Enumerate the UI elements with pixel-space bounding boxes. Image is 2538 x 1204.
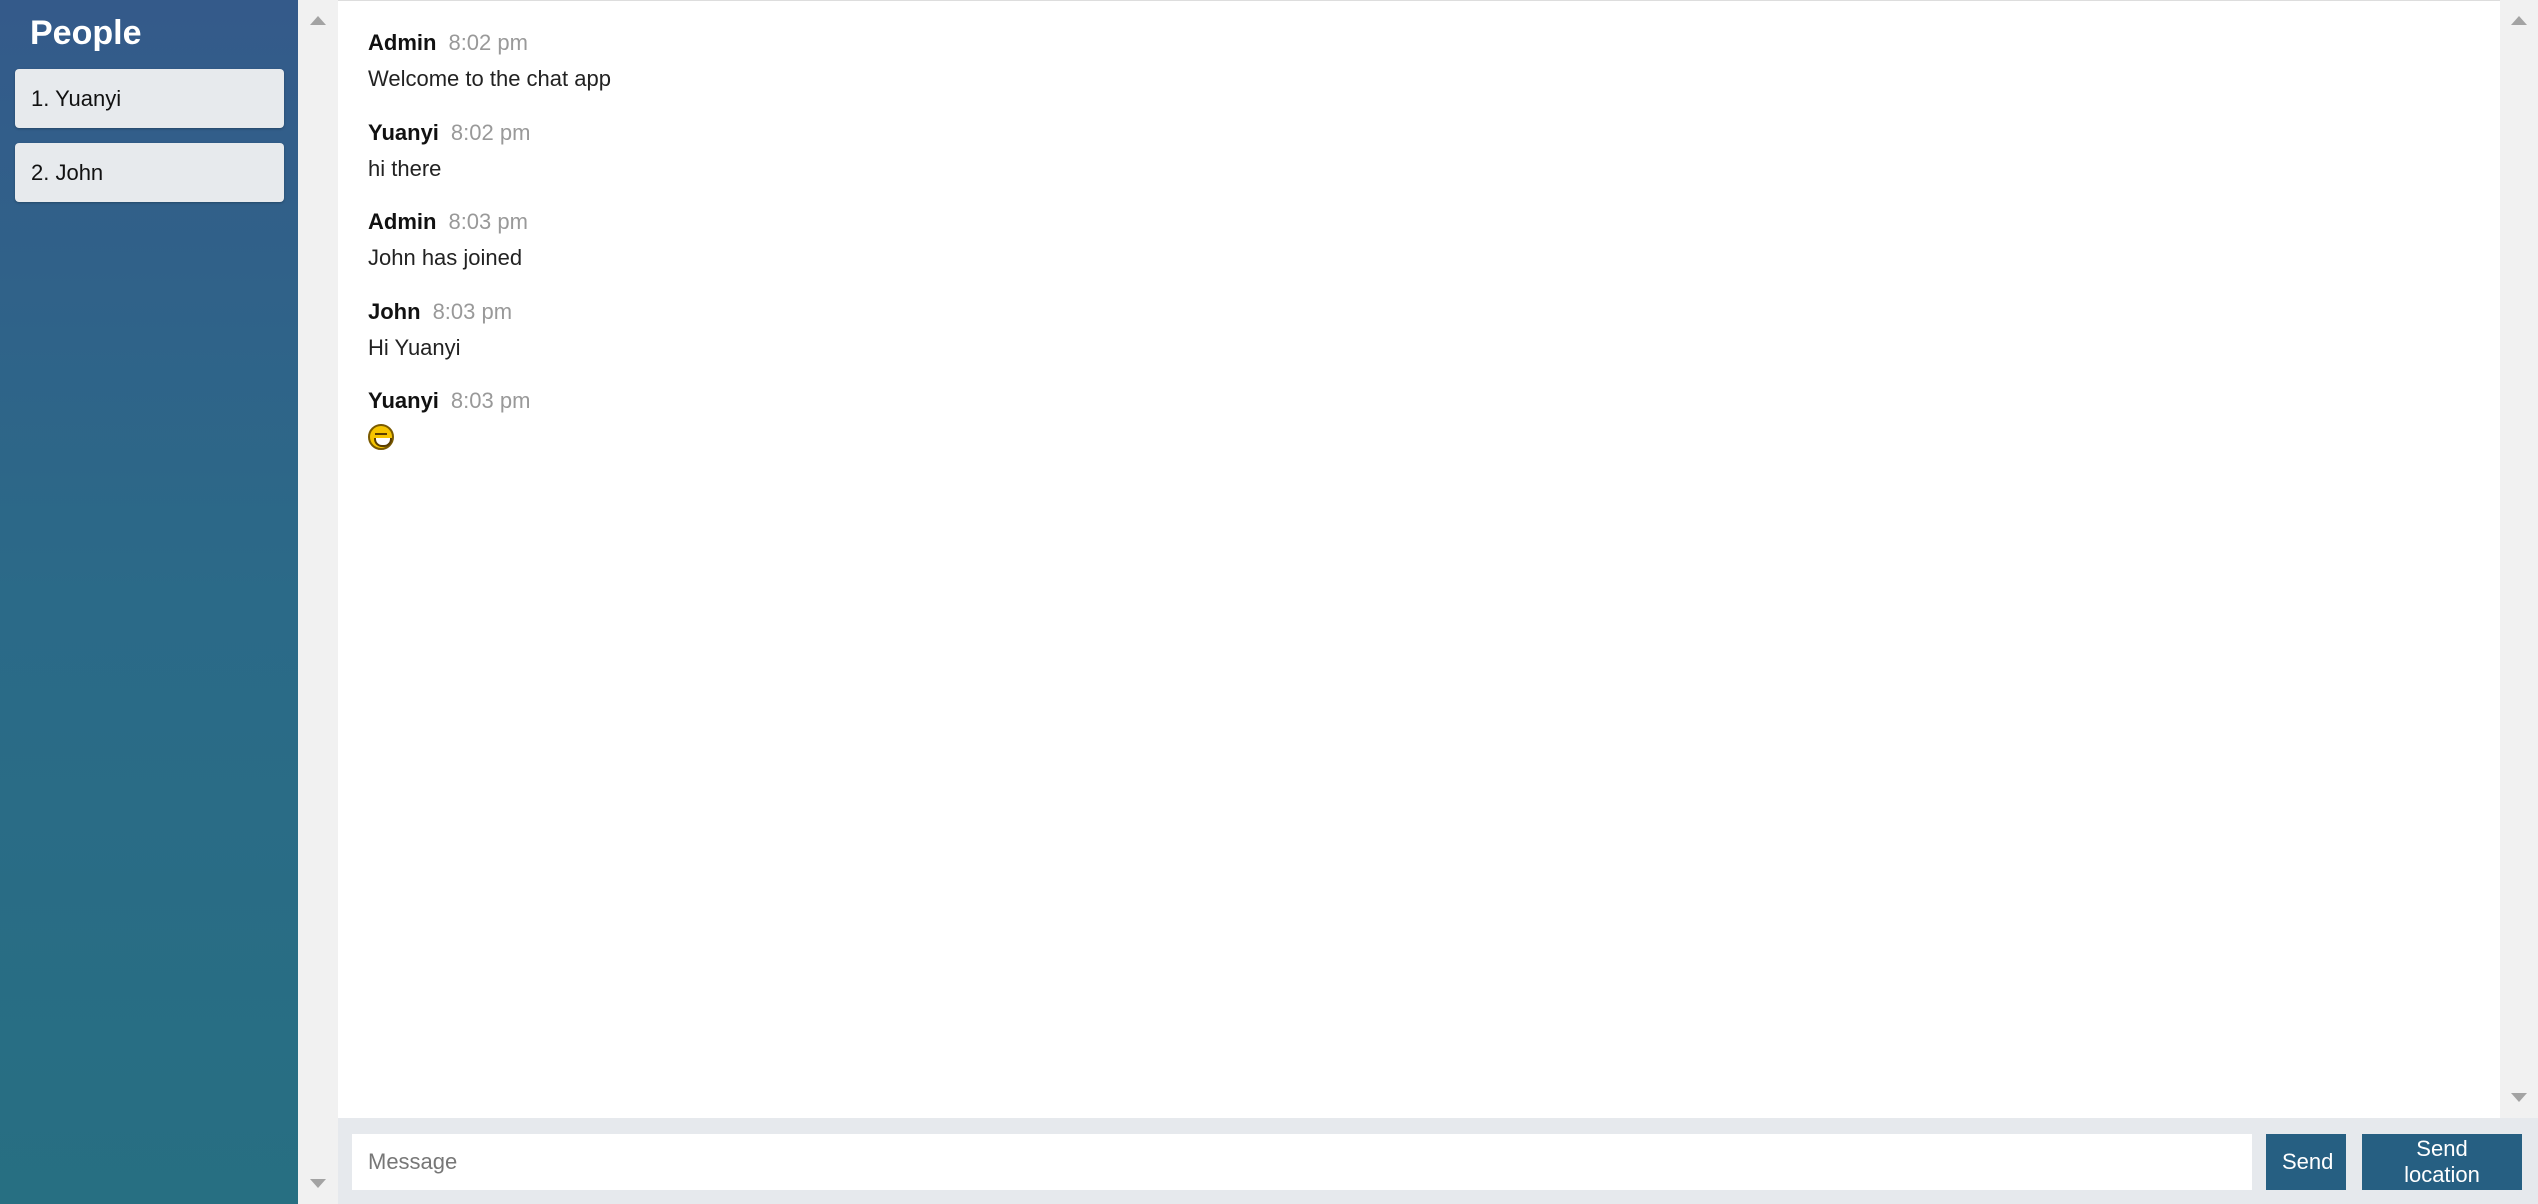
message-text: hi there: [368, 156, 442, 181]
message-text: John has joined: [368, 245, 523, 270]
message: Yuanyi 8:02 pm hi there: [368, 120, 530, 182]
send-button[interactable]: Send: [2266, 1134, 2346, 1190]
message: Admin 8:03 pm John has joined: [368, 209, 528, 271]
user-item[interactable]: 2. John: [15, 143, 284, 202]
send-location-button[interactable]: Send location: [2362, 1134, 2522, 1190]
message: John 8:03 pm Hi Yuanyi: [368, 299, 512, 361]
message-author: Admin: [368, 30, 437, 55]
message-time: 8:03 pm: [450, 388, 531, 413]
message: Admin 8:02 pm Welcome to the chat app: [368, 30, 611, 92]
sidebar-scrollbar[interactable]: [298, 0, 338, 1204]
sidebar-title: People: [30, 14, 142, 52]
message-author: Admin: [368, 209, 437, 234]
message-author: Yuanyi: [368, 388, 439, 413]
message: Yuanyi 8:03 pm: [368, 388, 530, 456]
message-text: Hi Yuanyi: [368, 335, 461, 360]
people-sidebar: People 1. Yuanyi 2. John: [0, 0, 298, 1204]
scroll-up-arrow-icon[interactable]: [2511, 16, 2527, 25]
message-text: Welcome to the chat app: [368, 66, 611, 91]
message-time: 8:03 pm: [432, 299, 513, 324]
message-input[interactable]: [352, 1134, 2252, 1190]
chat-main: Admin 8:02 pm Welcome to the chat app Yua…: [338, 0, 2538, 1204]
chat-app: People 1. Yuanyi 2. John Admin 8:02 pm We…: [0, 0, 2538, 1204]
message-author: John: [368, 299, 421, 324]
message-composer: Send Send location: [338, 1118, 2538, 1204]
scroll-down-arrow-icon[interactable]: [2511, 1093, 2527, 1102]
message-time: 8:03 pm: [448, 209, 528, 234]
message-time: 8:02 pm: [448, 30, 528, 55]
user-item[interactable]: 1. Yuanyi: [15, 69, 284, 128]
message-list: Admin 8:02 pm Welcome to the chat app Yua…: [338, 0, 2500, 1118]
message-text: [368, 424, 530, 456]
user-list: 1. Yuanyi 2. John: [15, 69, 284, 217]
message-author: Yuanyi: [368, 120, 439, 145]
grinning-face-icon: [368, 424, 394, 450]
messages-scrollbar[interactable]: [2500, 0, 2538, 1118]
message-time: 8:02 pm: [450, 120, 531, 145]
scroll-up-arrow-icon[interactable]: [310, 16, 326, 25]
scroll-down-arrow-icon[interactable]: [310, 1179, 326, 1188]
